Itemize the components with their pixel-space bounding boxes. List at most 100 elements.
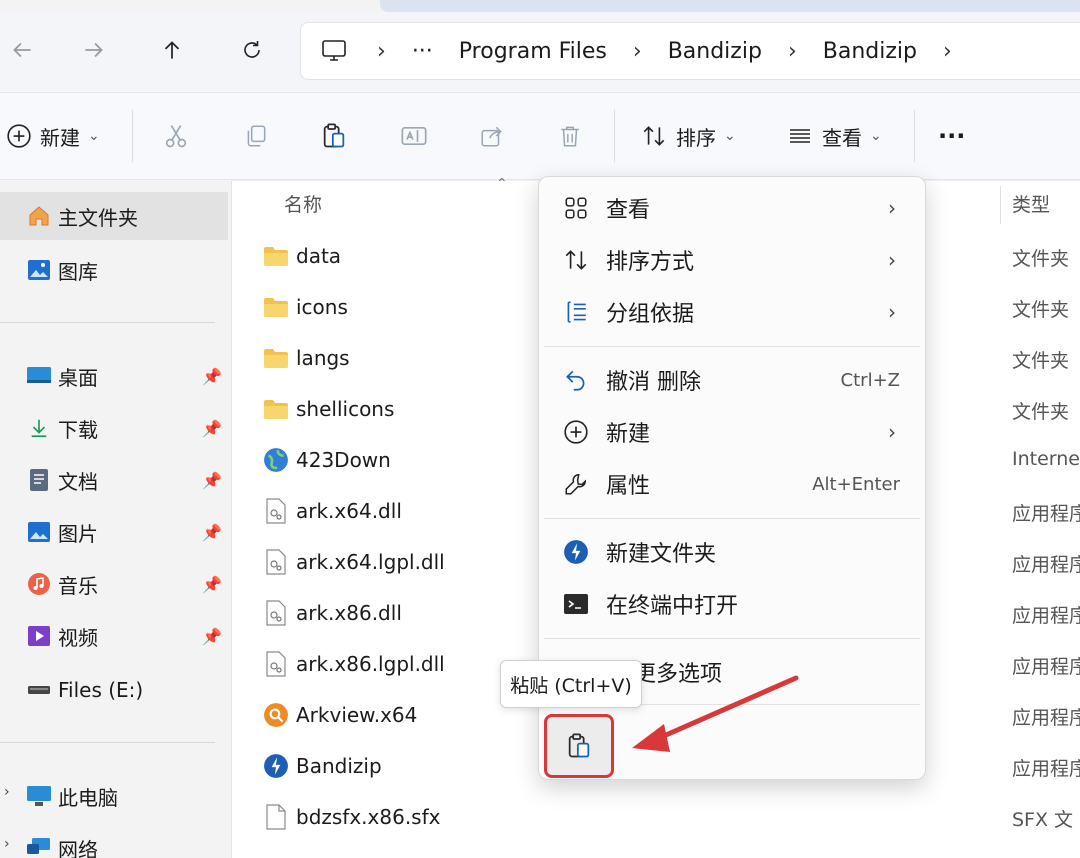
drive-icon	[26, 677, 52, 703]
menu-item-label: 撤消 删除	[606, 370, 701, 395]
folder-icon	[262, 293, 290, 321]
table-row[interactable]: langs	[262, 334, 562, 382]
chevron-down-icon: ⌄	[870, 128, 882, 144]
shortcut-text: Alt+Enter	[812, 473, 900, 495]
sidebar-item-documents[interactable]: 文档 📌	[0, 456, 228, 504]
menu-item-view[interactable]: 查看 ›	[548, 184, 910, 232]
table-row[interactable]: data	[262, 232, 562, 280]
column-header-type[interactable]: 类型	[1012, 190, 1050, 217]
file-name: Bandizip	[296, 754, 382, 778]
sidebar-item-drive-e[interactable]: Files (E:)	[0, 666, 228, 714]
share-icon	[481, 126, 502, 147]
sidebar-item-pictures[interactable]: 图片 📌	[0, 508, 228, 556]
sidebar-item-videos[interactable]: 视频 📌	[0, 612, 228, 660]
breadcrumb-chevron-icon: ›	[632, 38, 642, 64]
pin-icon[interactable]: 📌	[202, 367, 222, 386]
dll-icon	[262, 599, 290, 627]
breadcrumb-program-files[interactable]: Program Files	[459, 39, 607, 64]
table-row[interactable]: Bandizip	[262, 742, 562, 790]
table-row[interactable]: ark.x86.dll	[262, 589, 562, 637]
menu-item-sort-by[interactable]: 排序方式 ›	[548, 236, 910, 284]
menu-divider	[544, 518, 920, 519]
file-type: 文件夹	[1012, 299, 1070, 321]
breadcrumb-overflow[interactable]: ···	[412, 39, 433, 64]
table-row[interactable]: ark.x64.lgpl.dll	[262, 538, 562, 586]
toolbar-divider	[132, 110, 133, 162]
breadcrumb-bandizip-parent[interactable]: Bandizip	[668, 39, 762, 64]
annotation-arrow-icon	[632, 675, 799, 752]
file-name: ark.x86.lgpl.dll	[296, 652, 445, 676]
pictures-icon	[26, 519, 52, 545]
paste-button[interactable]	[544, 714, 614, 778]
forward-arrow-icon	[85, 42, 103, 58]
new-button[interactable]: 新建 ⌄	[6, 110, 100, 162]
sidebar-item-this-pc[interactable]: 此电脑	[0, 772, 228, 820]
rename-button[interactable]	[388, 110, 440, 162]
pin-icon[interactable]: 📌	[202, 523, 222, 542]
address-bar[interactable]: › ··· Program Files › Bandizip › Bandizi…	[300, 22, 1080, 80]
sidebar-item-gallery[interactable]: 图库	[0, 246, 228, 294]
sidebar-item-label: 音乐	[58, 573, 98, 598]
sort-icon	[558, 242, 594, 278]
sidebar-item-downloads[interactable]: 下载 📌	[0, 404, 228, 452]
breadcrumb-chevron-icon[interactable]: ›	[943, 39, 952, 64]
terminal-icon	[558, 586, 594, 622]
undo-icon	[558, 362, 594, 398]
back-arrow-icon	[13, 42, 31, 58]
menu-item-label: 属性	[606, 474, 651, 499]
paste-toolbar-button[interactable]	[308, 110, 360, 162]
sidebar-item-label: 图库	[58, 259, 98, 284]
menu-item-group-by[interactable]: 分组依据 ›	[548, 288, 910, 336]
table-row[interactable]: shellicons	[262, 385, 562, 433]
gallery-icon	[26, 257, 52, 283]
sidebar-item-music[interactable]: 音乐 📌	[0, 560, 228, 608]
menu-item-properties[interactable]: 属性 Alt+Enter	[548, 460, 910, 508]
up-button[interactable]	[150, 28, 194, 72]
sidebar-item-desktop[interactable]: 桌面 📌	[0, 352, 228, 400]
copy-button[interactable]	[230, 110, 282, 162]
table-row[interactable]: 423Down	[262, 436, 562, 484]
menu-item-undo-delete[interactable]: 撤消 删除 Ctrl+Z	[548, 356, 910, 404]
file-name: Arkview.x64	[296, 703, 418, 727]
music-icon	[26, 571, 52, 597]
table-row[interactable]: ark.x64.dll	[262, 487, 562, 535]
delete-button[interactable]	[544, 110, 596, 162]
cut-button[interactable]	[150, 110, 202, 162]
forward-button[interactable]	[72, 28, 116, 72]
folder-icon	[262, 395, 290, 423]
share-button[interactable]	[466, 110, 518, 162]
table-row[interactable]: icons	[262, 283, 562, 331]
dll-icon	[262, 497, 290, 525]
column-divider[interactable]	[1000, 186, 1001, 224]
pin-icon[interactable]: 📌	[202, 471, 222, 490]
back-button[interactable]	[0, 28, 44, 72]
new-button-label: 新建	[40, 125, 80, 150]
table-row[interactable]: bdzsfx.x86.sfx	[262, 793, 562, 841]
folder-icon	[262, 344, 290, 372]
column-header-name[interactable]: 名称	[284, 190, 322, 217]
pin-icon[interactable]: 📌	[202, 575, 222, 594]
menu-item-new-folder-bandizip[interactable]: 新建文件夹	[548, 528, 910, 576]
sidebar-item-label: 下载	[58, 417, 98, 442]
sort-button-label: 排序	[676, 125, 716, 150]
sidebar-item-label: 图片	[58, 521, 98, 546]
pin-icon[interactable]: 📌	[202, 419, 222, 438]
grid-icon	[558, 190, 594, 226]
sidebar-item-label: 桌面	[58, 365, 98, 390]
home-icon	[26, 203, 52, 229]
breadcrumb-bandizip-current[interactable]: Bandizip	[823, 39, 917, 64]
sidebar-item-label: 网络	[58, 837, 98, 858]
file-type: SFX 文	[1012, 809, 1074, 831]
menu-item-open-terminal[interactable]: 在终端中打开	[548, 580, 910, 628]
sidebar-item-home[interactable]: 主文件夹	[0, 192, 228, 240]
more-options-button[interactable]: ···	[938, 110, 965, 162]
refresh-button[interactable]	[230, 28, 274, 72]
toolbar-divider	[914, 110, 915, 162]
sidebar-item-network[interactable]: 网络	[0, 824, 228, 858]
clipboard-icon	[323, 123, 345, 148]
pin-icon[interactable]: 📌	[202, 627, 222, 646]
file-type: Interne	[1012, 448, 1080, 470]
view-button[interactable]: 查看 ⌄	[786, 110, 882, 162]
menu-item-new[interactable]: 新建 ›	[548, 408, 910, 456]
sort-button[interactable]: 排序 ⌄	[640, 110, 736, 162]
